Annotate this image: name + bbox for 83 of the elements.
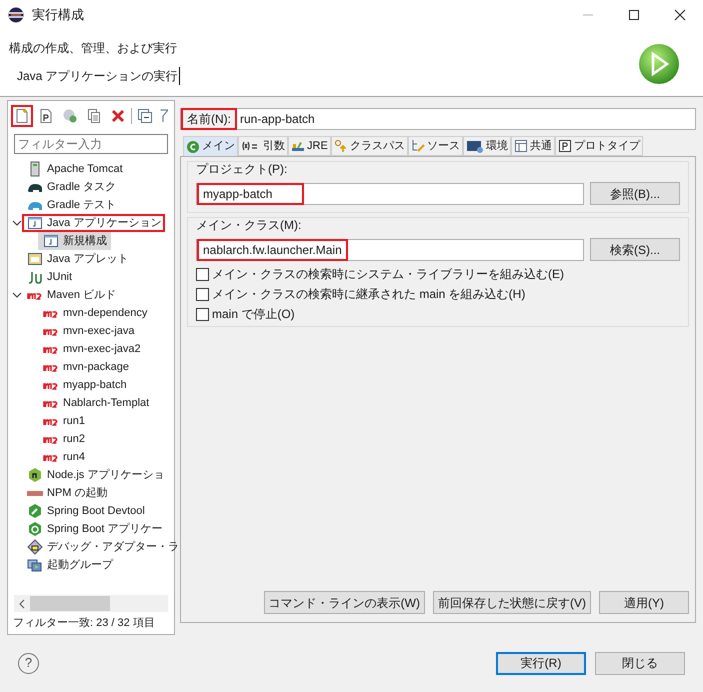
- junit-icon: [27, 269, 43, 285]
- tree-item[interactable]: Nablarch-Templat: [38, 394, 154, 412]
- help-button[interactable]: ?: [18, 652, 39, 674]
- panel-button[interactable]: コマンド・ラインの表示(W): [264, 591, 425, 614]
- tree-item[interactable]: デバッグ・アダプター・ラ: [22, 538, 183, 556]
- wrench-icon: [27, 503, 43, 519]
- new-file-icon: [14, 108, 30, 124]
- tree-item[interactable]: run4: [38, 448, 90, 466]
- project-value: myapp-batch: [197, 182, 304, 204]
- class-icon: [186, 140, 200, 154]
- tree-item[interactable]: Gradle テスト: [22, 196, 120, 214]
- project-field[interactable]: myapp-batch: [196, 182, 584, 204]
- classpath-icon: [334, 139, 348, 153]
- copy-icon: [86, 108, 102, 124]
- tree-item[interactable]: mvn-dependency: [38, 304, 152, 322]
- window-title: 実行構成: [32, 6, 84, 24]
- tree-item[interactable]: Spring Boot アプリケー: [22, 520, 167, 538]
- applet-icon: [27, 251, 43, 267]
- prototype-icon: [558, 139, 572, 153]
- chevron-icon[interactable]: [12, 218, 22, 228]
- tree-item[interactable]: mvn-package: [38, 358, 134, 376]
- tree-item[interactable]: Java アプリケーション: [22, 214, 166, 232]
- tree-item[interactable]: Java アプレット: [22, 250, 132, 268]
- tab[interactable]: プロトタイプ: [554, 136, 643, 156]
- source-tree-icon: [410, 139, 425, 153]
- dialog-button[interactable]: 閉じる: [595, 652, 685, 674]
- tab[interactable]: 引数: [238, 136, 288, 156]
- tree-item[interactable]: Spring Boot Devtool: [22, 502, 149, 520]
- tab[interactable]: クラスパス: [330, 136, 408, 156]
- hexagon-icon: [27, 467, 43, 483]
- new-prototype-icon: [38, 108, 54, 124]
- delete-icon: [110, 108, 126, 124]
- tree-item[interactable]: Node.js アプリケーショ: [22, 466, 168, 484]
- tab[interactable]: 共通: [510, 136, 555, 156]
- tree-item[interactable]: 新規構成: [38, 232, 111, 250]
- checkbox-label: main で停止(O): [212, 306, 295, 323]
- tree-item[interactable]: Apache Tomcat: [22, 160, 127, 178]
- tab[interactable]: ソース: [408, 136, 463, 156]
- tree-item[interactable]: myapp-batch: [38, 376, 131, 394]
- collapse-icon: [137, 108, 153, 124]
- group-icon: [27, 557, 43, 573]
- tab[interactable]: メイン: [183, 136, 238, 156]
- filter-status: フィルター一致: 23 / 32 項目: [12, 616, 156, 631]
- horizontal-scrollbar[interactable]: [14, 595, 168, 612]
- main-class-field[interactable]: nablarch.fw.launcher.Main: [196, 238, 584, 260]
- group-title: メイン・クラス(M):: [196, 217, 302, 234]
- monitor-icon: [466, 139, 484, 153]
- power-icon: [27, 521, 43, 537]
- tree-item[interactable]: NPM の起動: [22, 484, 112, 502]
- browse-button[interactable]: 参照(B)...: [590, 182, 680, 205]
- tree-item[interactable]: Gradle タスク: [22, 178, 120, 196]
- header-message: Java アプリケーションの実行: [9, 67, 180, 85]
- bug-icon: [27, 539, 43, 555]
- header-title: 構成の作成、管理、および実行: [9, 40, 178, 57]
- tree-item[interactable]: Maven ビルド: [22, 286, 120, 304]
- app-logo-icon: [8, 7, 24, 23]
- tree-item[interactable]: run2: [38, 430, 90, 448]
- checkbox[interactable]: [196, 308, 209, 320]
- books-icon: [291, 139, 305, 153]
- tab[interactable]: 環境: [462, 136, 511, 156]
- chevron-icon[interactable]: [12, 290, 22, 300]
- tree-item[interactable]: mvn-exec-java2: [38, 340, 145, 358]
- checkbox[interactable]: [196, 288, 209, 300]
- tree-item[interactable]: mvn-exec-java: [38, 322, 139, 340]
- table-icon: [514, 139, 528, 153]
- checkbox-label: メイン・クラスの検索時に継承された main を組み込む(H): [212, 286, 526, 303]
- checkbox[interactable]: [196, 268, 209, 280]
- play-icon: [637, 42, 681, 86]
- window-icon: [27, 215, 43, 231]
- tree-item[interactable]: run1: [38, 412, 90, 430]
- tree-item[interactable]: 起動グループ: [22, 556, 117, 574]
- dialog-button[interactable]: 実行(R): [496, 652, 586, 674]
- filter-field[interactable]: フィルター入力: [14, 134, 168, 154]
- tree-item[interactable]: JUnit: [22, 268, 76, 286]
- window-icon: [43, 233, 59, 249]
- search-button[interactable]: 検索(S)...: [590, 238, 680, 261]
- tab[interactable]: JRE: [288, 136, 331, 156]
- main-class-value: nablarch.fw.launcher.Main: [197, 238, 348, 260]
- checkbox-label: メイン・クラスの検索時にシステム・ライブラリーを組み込む(E): [212, 266, 564, 283]
- panel-button[interactable]: 適用(Y): [599, 591, 689, 614]
- group-title: プロジェクト(P):: [196, 161, 288, 178]
- globe-icon: [62, 108, 78, 124]
- panel-button[interactable]: 前回保存した状態に戻す(V): [433, 591, 591, 614]
